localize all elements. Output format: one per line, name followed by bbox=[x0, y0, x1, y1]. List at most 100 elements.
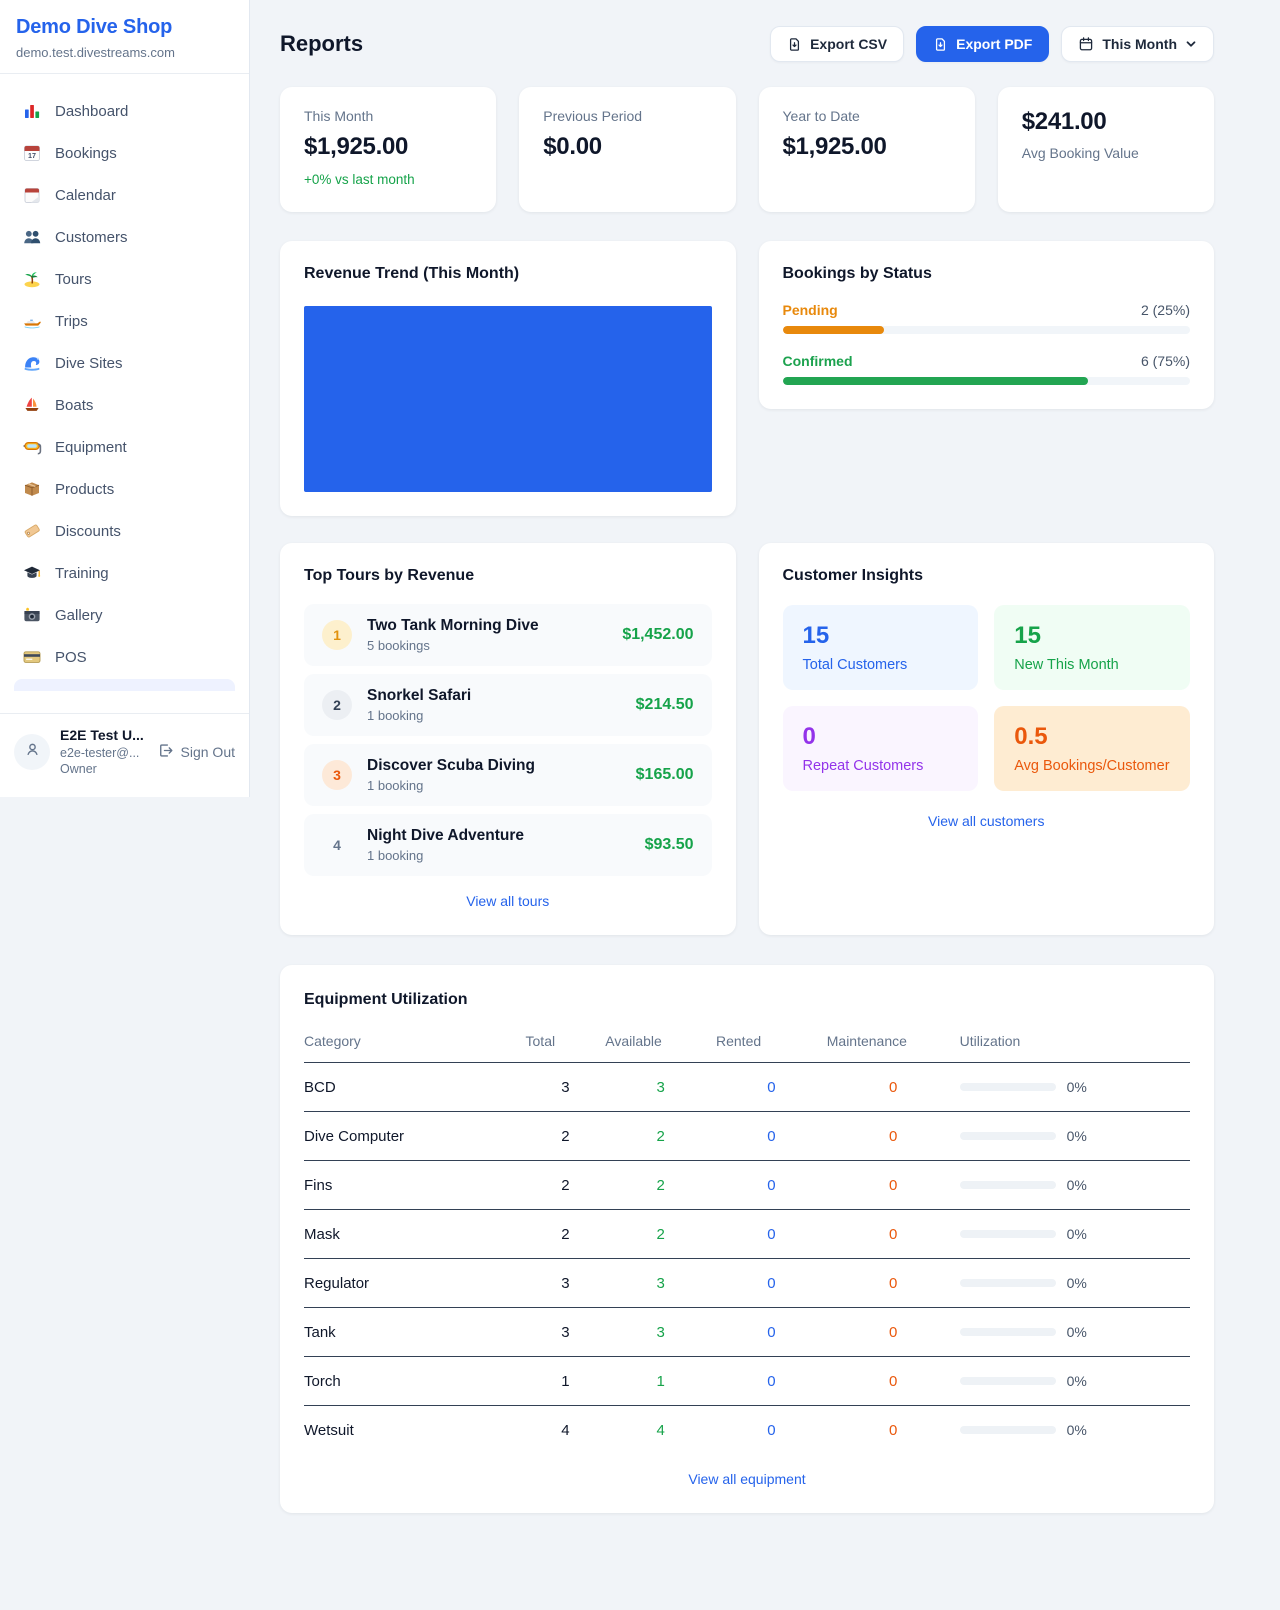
cell-rented: 0 bbox=[716, 1308, 827, 1357]
utilization-pct: 0% bbox=[1067, 1373, 1087, 1389]
col-total: Total bbox=[526, 1025, 606, 1063]
tile-total-customers: 15 Total Customers bbox=[783, 605, 979, 690]
sidebar-item-dashboard[interactable]: Dashboard bbox=[8, 91, 241, 131]
equipment-table: Category Total Available Rented Maintena… bbox=[304, 1025, 1190, 1454]
view-all-customers-link[interactable]: View all customers bbox=[928, 813, 1044, 829]
utilization-pct: 0% bbox=[1067, 1275, 1087, 1291]
view-all-equipment-link[interactable]: View all equipment bbox=[688, 1471, 805, 1487]
sidebar-item-pos[interactable]: POS bbox=[8, 637, 241, 677]
package-icon bbox=[22, 479, 42, 499]
period-label: This Month bbox=[1102, 36, 1177, 52]
tour-name: Night Dive Adventure bbox=[367, 827, 630, 845]
calendar-icon bbox=[22, 185, 42, 205]
stat-cards: This Month $1,925.00 +0% vs last month P… bbox=[280, 87, 1214, 212]
sidebar-item-bookings[interactable]: 17 Bookings bbox=[8, 133, 241, 173]
cell-rented: 0 bbox=[716, 1063, 827, 1112]
tour-revenue: $1,452.00 bbox=[622, 626, 693, 644]
tour-bookings: 5 bookings bbox=[367, 638, 607, 653]
export-pdf-button[interactable]: Export PDF bbox=[916, 26, 1049, 62]
cell-maintenance: 0 bbox=[827, 1063, 960, 1112]
sidebar-item-equipment[interactable]: Equipment bbox=[8, 427, 241, 467]
sign-out-label: Sign Out bbox=[181, 744, 235, 760]
tile-value: 0.5 bbox=[1014, 723, 1170, 751]
tile-label: New This Month bbox=[1014, 657, 1170, 673]
period-dropdown[interactable]: This Month bbox=[1061, 26, 1214, 62]
header-actions: Export CSV Export PDF This Month bbox=[770, 26, 1214, 62]
row-insights: Top Tours by Revenue 1 Two Tank Morning … bbox=[280, 543, 1214, 935]
rank-badge: 4 bbox=[322, 830, 352, 860]
sidebar-item-calendar[interactable]: Calendar bbox=[8, 175, 241, 215]
utilization-bar bbox=[960, 1328, 1056, 1336]
sidebar-item-label: Dive Sites bbox=[55, 355, 123, 372]
file-export-icon bbox=[933, 37, 948, 52]
top-tours-card: Top Tours by Revenue 1 Two Tank Morning … bbox=[280, 543, 736, 935]
sidebar-item-trips[interactable]: Trips bbox=[8, 301, 241, 341]
utilization-bar bbox=[960, 1181, 1056, 1189]
table-row: Fins 2 2 0 0 0% bbox=[304, 1161, 1190, 1210]
status-bar-track bbox=[783, 377, 1191, 385]
cell-maintenance: 0 bbox=[827, 1259, 960, 1308]
insight-tiles: 15 Total Customers 15 New This Month 0 R… bbox=[783, 605, 1191, 791]
customer-insights-card: Customer Insights 15 Total Customers 15 … bbox=[759, 543, 1215, 935]
graduation-cap-icon bbox=[22, 563, 42, 583]
island-icon bbox=[22, 269, 42, 289]
status-row-confirmed: Confirmed 6 (75%) bbox=[783, 353, 1191, 385]
cell-category: Mask bbox=[304, 1210, 526, 1259]
status-bar-track bbox=[783, 326, 1191, 334]
rank-badge: 2 bbox=[322, 690, 352, 720]
cell-rented: 0 bbox=[716, 1259, 827, 1308]
col-maintenance: Maintenance bbox=[827, 1025, 960, 1063]
table-row: Tank 3 3 0 0 0% bbox=[304, 1308, 1190, 1357]
tour-row: 1 Two Tank Morning Dive 5 bookings $1,45… bbox=[304, 604, 712, 666]
cell-rented: 0 bbox=[716, 1357, 827, 1406]
stat-delta: +0% vs last month bbox=[304, 172, 472, 187]
export-pdf-label: Export PDF bbox=[956, 36, 1032, 52]
sidebar-item-label: Gallery bbox=[55, 607, 103, 624]
export-csv-button[interactable]: Export CSV bbox=[770, 26, 904, 62]
equipment-header-row: Category Total Available Rented Maintena… bbox=[304, 1025, 1190, 1063]
sidebar-item-label: Trips bbox=[55, 313, 88, 330]
main-content: Reports Export CSV Export PDF This Month bbox=[250, 0, 1280, 1553]
tour-row: 3 Discover Scuba Diving 1 booking $165.0… bbox=[304, 744, 712, 806]
sidebar-item-reports-partial[interactable] bbox=[14, 679, 235, 691]
tour-name: Discover Scuba Diving bbox=[367, 757, 621, 775]
tile-label: Total Customers bbox=[803, 657, 959, 673]
cell-rented: 0 bbox=[716, 1161, 827, 1210]
user-email: e2e-tester@... bbox=[60, 745, 147, 761]
sidebar-item-boats[interactable]: Boats bbox=[8, 385, 241, 425]
sidebar-item-discounts[interactable]: Discounts bbox=[8, 511, 241, 551]
sidebar-item-products[interactable]: Products bbox=[8, 469, 241, 509]
sidebar-item-training[interactable]: Training bbox=[8, 553, 241, 593]
sign-out-button[interactable]: Sign Out bbox=[157, 742, 235, 762]
cell-rented: 0 bbox=[716, 1406, 827, 1455]
sidebar-item-label: POS bbox=[55, 649, 87, 666]
utilization-bar bbox=[960, 1132, 1056, 1140]
tour-bookings: 1 booking bbox=[367, 848, 630, 863]
sidebar-item-gallery[interactable]: Gallery bbox=[8, 595, 241, 635]
sidebar-item-label: Customers bbox=[55, 229, 128, 246]
sidebar-item-tours[interactable]: Tours bbox=[8, 259, 241, 299]
cell-rented: 0 bbox=[716, 1210, 827, 1259]
status-count-confirmed: 6 (75%) bbox=[1141, 353, 1190, 369]
tour-revenue: $165.00 bbox=[636, 766, 694, 784]
page-title: Reports bbox=[280, 31, 363, 57]
tour-bookings: 1 booking bbox=[367, 778, 621, 793]
revenue-trend-title: Revenue Trend (This Month) bbox=[304, 265, 712, 283]
sidebar-item-customers[interactable]: Customers bbox=[8, 217, 241, 257]
table-row: Dive Computer 2 2 0 0 0% bbox=[304, 1112, 1190, 1161]
view-all-tours-link[interactable]: View all tours bbox=[466, 893, 549, 909]
table-row: Mask 2 2 0 0 0% bbox=[304, 1210, 1190, 1259]
cell-available: 2 bbox=[605, 1161, 716, 1210]
row-charts: Revenue Trend (This Month) Bookings by S… bbox=[280, 241, 1214, 516]
cell-available: 3 bbox=[605, 1063, 716, 1112]
wave-icon bbox=[22, 353, 42, 373]
status-row-pending: Pending 2 (25%) bbox=[783, 302, 1191, 334]
utilization-pct: 0% bbox=[1067, 1079, 1087, 1095]
cell-available: 3 bbox=[605, 1308, 716, 1357]
shop-name: Demo Dive Shop bbox=[16, 16, 233, 39]
svg-text:17: 17 bbox=[28, 151, 36, 160]
tile-new-this-month: 15 New This Month bbox=[994, 605, 1190, 690]
sidebar-item-dive-sites[interactable]: Dive Sites bbox=[8, 343, 241, 383]
stat-value: $0.00 bbox=[543, 133, 711, 161]
cell-total: 2 bbox=[526, 1161, 606, 1210]
